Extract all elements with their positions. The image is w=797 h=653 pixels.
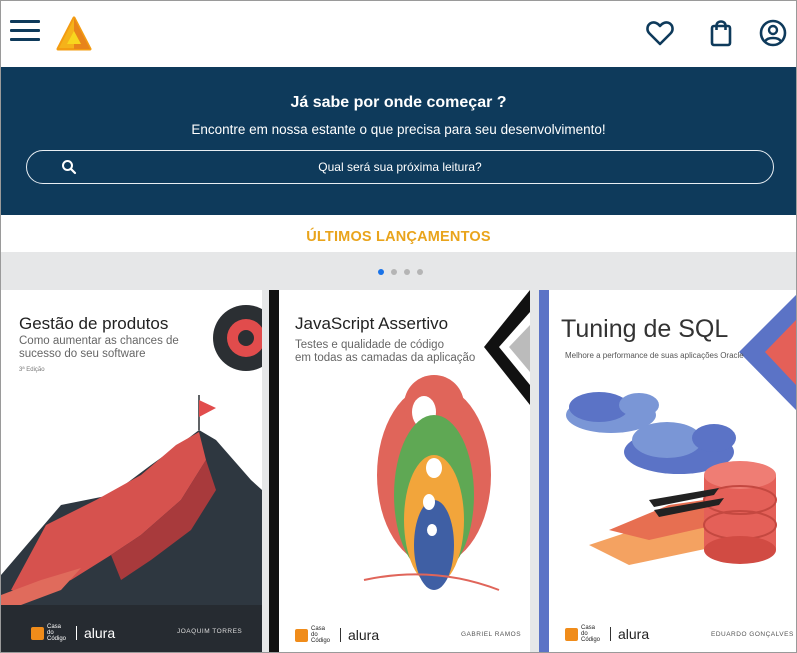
book-title: Tuning de SQL [561, 315, 729, 343]
carousel-dot-3[interactable] [404, 269, 410, 275]
book-subtitle-line1: Como aumentar as chances de [19, 335, 179, 347]
book-author: EDUARDO GONÇALVES [711, 631, 794, 638]
book-cover-art [539, 290, 796, 652]
book-card-gestao-de-produtos[interactable]: Gestão de produtos Como aumentar as chan… [1, 290, 262, 652]
book-carousel: Gestão de produtos Como aumentar as chan… [1, 290, 796, 652]
book-title: JavaScript Assertivo [295, 314, 449, 333]
publisher-logo: Casa do Código alura [565, 625, 649, 643]
search-input[interactable] [87, 153, 713, 181]
hamburger-menu-icon[interactable] [10, 20, 40, 46]
book-title: Gestão de produtos [19, 314, 169, 333]
carousel-dot-2[interactable] [391, 269, 397, 275]
search-bar[interactable] [26, 150, 774, 184]
shopping-bag-icon[interactable] [706, 18, 736, 48]
hero-subtitle: Encontre em nossa estante o que precisa … [191, 122, 606, 137]
heart-icon[interactable] [645, 18, 675, 48]
book-subtitle-line2: em todas as camadas da aplicação [295, 352, 476, 364]
triangle-logo-icon[interactable] [56, 16, 92, 52]
book-subtitle-line2: sucesso do seu software [19, 348, 146, 360]
carousel-dot-1[interactable] [378, 269, 384, 275]
carousel-dot-4[interactable] [417, 269, 423, 275]
user-circle-icon[interactable] [758, 18, 788, 48]
top-header [1, 1, 796, 67]
book-card-tuning-de-sql[interactable]: Tuning de SQL Melhore a performance de s… [539, 290, 796, 652]
carousel-dots [378, 269, 423, 275]
search-icon[interactable] [61, 159, 77, 175]
hero-title: Já sabe por onde começar ? [290, 94, 507, 111]
book-card-javascript-assertivo[interactable]: JavaScript Assertivo Testes e qualidade … [269, 290, 530, 652]
page: Já sabe por onde começar ? Encontre em n… [0, 0, 797, 653]
book-author: JOAQUIM TORRES [177, 628, 243, 635]
book-subtitle-line1: Testes e qualidade de código [295, 339, 444, 351]
publisher-logo: Casa do Código alura [295, 626, 379, 644]
hero-banner: Já sabe por onde começar ? Encontre em n… [1, 67, 796, 215]
book-edition: 3ª Edição [19, 367, 45, 373]
book-author: GABRIEL RAMOS [461, 631, 522, 638]
section-title: ÚLTIMOS LANÇAMENTOS [306, 229, 491, 245]
book-subtitle: Melhore a performance de suas aplicações… [565, 351, 744, 360]
carousel-dots-band [1, 252, 796, 290]
publisher-logo: Casa do Código alura [31, 624, 115, 642]
